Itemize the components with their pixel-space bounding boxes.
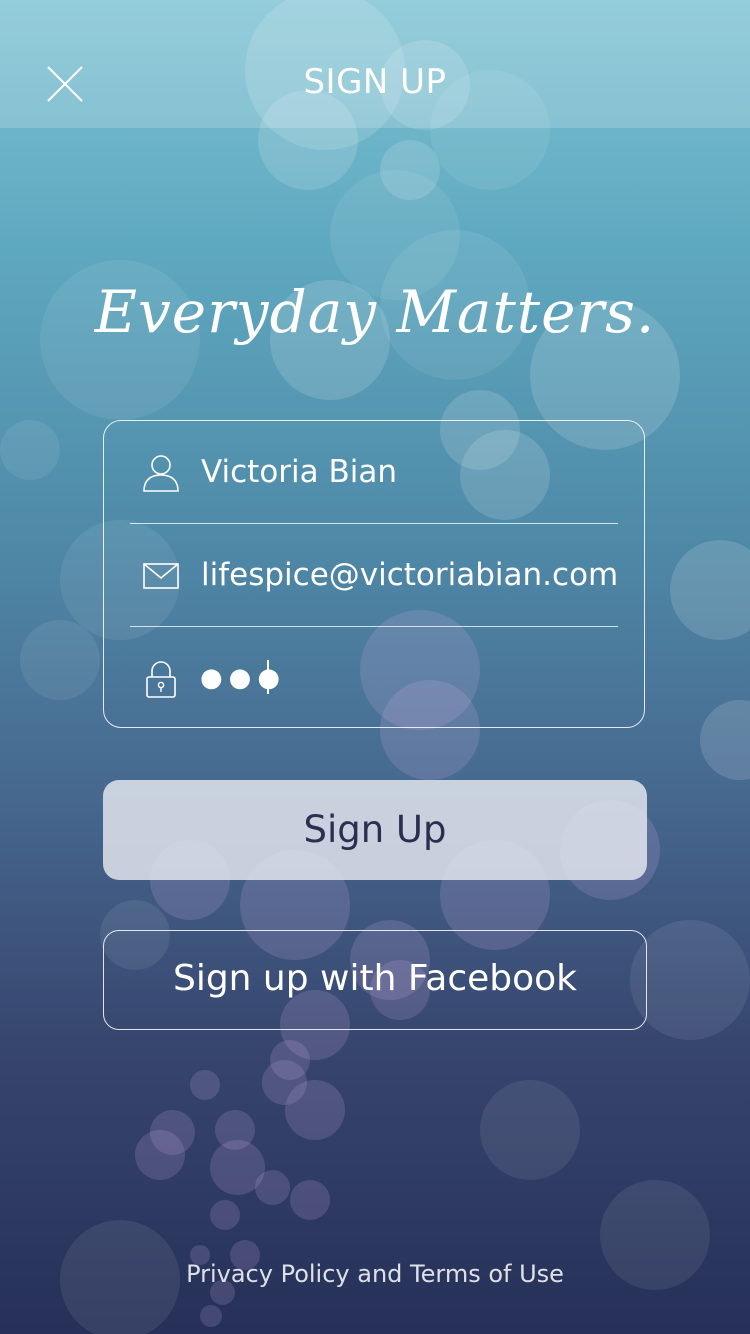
page-title: SIGN UP [303,62,447,102]
user-icon [143,455,179,492]
privacy-terms-link[interactable]: Privacy Policy and Terms of Use [0,1260,750,1288]
tagline: Everyday Matters. [94,278,656,346]
lock-icon [146,661,176,698]
name-value: Victoria Bian [201,454,398,490]
navigation-bar: SIGN UP [0,0,750,128]
email-field[interactable]: lifespice@victoriabian.com [104,524,646,626]
text-cursor [267,660,269,694]
password-value: ●●● [200,663,287,693]
name-field[interactable]: Victoria Bian [104,421,646,523]
facebook-sign-up-button[interactable]: Sign up with Facebook [103,930,647,1030]
sign-up-button[interactable]: Sign Up [103,780,647,880]
password-field[interactable]: ●●● [104,627,646,729]
signup-form: Victoria Bian lifespice@victoriabian.com… [103,420,645,728]
email-value: lifespice@victoriabian.com [201,557,619,593]
mail-icon [143,563,179,589]
